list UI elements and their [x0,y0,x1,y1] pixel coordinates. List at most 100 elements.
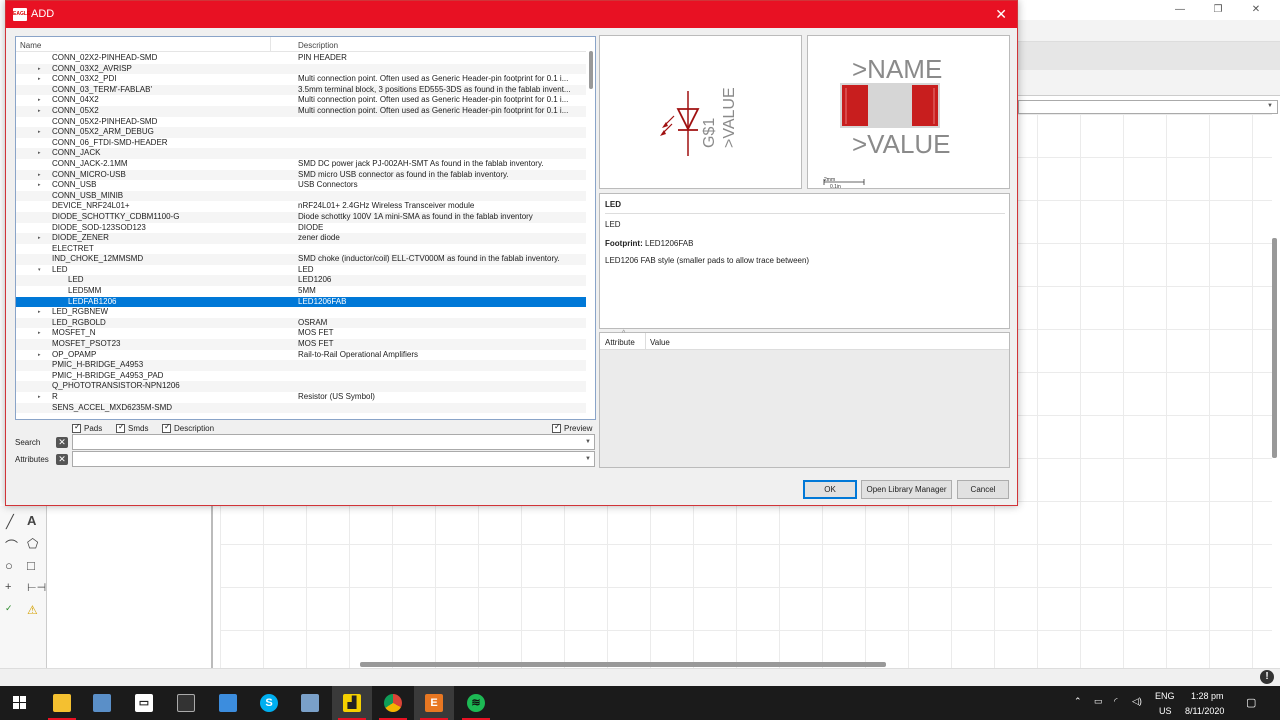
column-header-description[interactable]: Description [298,41,338,50]
tree-row[interactable]: LED5MM 5MM [16,286,586,297]
dialog-close-icon[interactable]: ✕ [995,6,1007,23]
taskbar-spotify[interactable]: ≋ [456,686,496,720]
expand-arrow-icon[interactable]: ▸ [38,392,41,403]
close-icon[interactable]: ✕ [1246,2,1266,18]
region-indicator[interactable]: US [1159,706,1172,716]
expand-arrow-icon[interactable]: ▸ [38,95,41,106]
pads-checkbox[interactable]: Pads [72,422,102,434]
tree-row[interactable]: PMIC_H-BRIDGE_A4953 [16,360,586,371]
tree-row[interactable]: LED LED1206 [16,275,586,287]
tree-row[interactable]: ▸ CONN_03X2_AVRISP [16,63,586,75]
taskbar-notes[interactable] [82,686,122,720]
column-header-name[interactable]: Name [20,41,41,50]
notification-icon[interactable]: ! [1260,670,1274,684]
action-center-icon[interactable]: ▢ [1246,696,1256,709]
description-checkbox[interactable]: Description [162,422,214,434]
chevron-up-icon[interactable]: ⌃ [1074,696,1082,707]
expand-arrow-icon[interactable]: ▸ [38,106,41,117]
tree-row[interactable]: ▸ OP_OPAMP Rail-to-Rail Operational Amplif… [16,350,586,361]
expand-arrow-icon[interactable]: ▸ [38,148,41,159]
tree-row[interactable]: ▸ CONN_03X2_PDI Multi connection point. Of… [16,74,586,85]
expand-arrow-icon[interactable]: ▸ [38,127,41,138]
tree-scrollbar[interactable] [589,51,593,89]
tree-row[interactable]: Q_PHOTOTRANSISTOR-NPN1206 [16,381,586,392]
tree-row[interactable]: DIODE_SCHOTTKY_CDBM1100-G Diode schottky … [16,211,586,223]
expand-arrow-icon[interactable]: ▸ [38,233,41,244]
polygon-tool-icon[interactable]: ⬠ [27,536,38,552]
tree-row[interactable]: ▸ CONN_JACK [16,148,586,159]
volume-icon[interactable]: ◁) [1132,696,1142,707]
open-library-manager-button[interactable]: Open Library Manager [861,480,952,499]
taskbar-photos[interactable] [290,686,330,720]
command-line-input[interactable]: ▼ [1018,100,1278,114]
horizontal-scrollbar[interactable] [360,662,886,667]
tree-row[interactable]: ▾ LED LED [16,265,586,276]
chevron-down-icon[interactable]: ▼ [585,439,591,445]
taskbar-chrome[interactable] [373,686,413,720]
column-header-attribute[interactable]: Attribute [605,338,635,347]
tree-row[interactable]: CONN_02X2-PINHEAD-SMD PIN HEADER [16,53,586,64]
expand-arrow-icon[interactable]: ▸ [38,307,41,318]
text-tool-icon[interactable]: A [27,513,36,528]
tree-row[interactable]: LED_RGBOLD OSRAM [16,317,586,329]
tree-row[interactable]: CONN_06_FTDI-SMD-HEADER [16,138,586,149]
taskbar-network[interactable] [208,686,248,720]
taskbar-skype[interactable]: S [249,686,289,720]
tree-row[interactable]: ▸ CONN_04X2 Multi connection point. Often … [16,95,586,106]
taskbar-monitor[interactable]: ▭ [124,686,164,720]
warning-icon[interactable]: ⚠ [27,603,38,617]
expand-arrow-icon[interactable]: ▸ [38,170,41,181]
wifi-icon[interactable]: ◜ [1114,696,1118,707]
tree-row[interactable]: MOSFET_PSOT23 MOS FET [16,339,586,350]
collapse-arrow-icon[interactable]: ▾ [38,265,41,276]
expand-arrow-icon[interactable]: ▸ [38,74,41,85]
arc-tool-icon[interactable]: ⌒ [5,536,18,555]
vertical-scrollbar[interactable] [1272,238,1277,458]
library-tree[interactable]: ^ Name Description CONN_02X2-PINHEAD-SMD… [15,36,596,420]
dimension-tool-icon[interactable]: ⊢⊣ [27,581,46,594]
maximize-icon[interactable]: ❐ [1208,2,1228,18]
expand-arrow-icon[interactable]: ▸ [38,64,41,75]
taskbar-sticky-notes[interactable]: ▟ [332,686,372,720]
attributes-table[interactable]: ^ Attribute Value [599,330,1010,468]
taskbar-window-app[interactable] [166,686,206,720]
tree-row[interactable]: DIODE_SOD-123SOD123 DIODE [16,223,586,234]
tree-row[interactable]: ELECTRET [16,244,586,255]
tree-row[interactable]: CONN_05X2-PINHEAD-SMD [16,117,586,128]
tree-row[interactable]: ▸ CONN_USB USB Connectors [16,180,586,191]
clock-date[interactable]: 8/11/2020 [1185,706,1224,716]
search-input[interactable]: ▼ [72,434,595,450]
tree-row[interactable]: CONN_JACK-2.1MM SMD DC power jack PJ-002A… [16,159,586,170]
tree-row[interactable]: CONN_USB_MINIB [16,190,586,202]
column-divider[interactable] [270,37,271,52]
rectangle-tool-icon[interactable]: □ [27,558,35,573]
tree-row[interactable]: LEDFAB1206 LED1206FAB [16,296,586,308]
taskbar-file-explorer[interactable] [42,686,82,720]
expand-arrow-icon[interactable]: ▸ [38,328,41,339]
mark-tool-icon[interactable]: + [5,581,11,593]
tree-row[interactable]: CONN_03_TERM'-FABLAB' 3.5mm terminal bloc… [16,84,586,96]
attributes-input[interactable]: ▼ [72,451,595,467]
taskbar-eagle[interactable]: E [414,686,454,720]
smds-checkbox[interactable]: Smds [116,422,148,434]
circle-tool-icon[interactable]: ○ [5,558,13,573]
clock-time[interactable]: 1:28 pm [1191,691,1224,701]
clear-attributes-icon[interactable]: ✕ [56,454,68,465]
erc-check-icon[interactable]: ✓ [5,603,13,614]
tree-row[interactable]: IND_CHOKE_12MMSMD SMD choke (inductor/coi… [16,254,586,265]
expand-arrow-icon[interactable]: ▸ [38,180,41,191]
tree-row[interactable]: ▸ CONN_MICRO-USB SMD micro USB connector a… [16,169,586,181]
ok-button[interactable]: OK [803,480,857,499]
language-indicator[interactable]: ENG [1155,691,1175,701]
tree-row[interactable]: DEVICE_NRF24L01+ nRF24L01+ 2.4GHz Wireles… [16,201,586,212]
start-button[interactable] [0,686,40,720]
line-tool-icon[interactable]: ╱ [6,514,14,530]
column-header-value[interactable]: Value [650,338,670,347]
expand-arrow-icon[interactable]: ▸ [38,350,41,361]
clear-search-icon[interactable]: ✕ [56,437,68,448]
cancel-button[interactable]: Cancel [957,480,1009,499]
column-divider[interactable] [645,333,646,350]
tree-row[interactable]: ▸ MOSFET_N MOS FET [16,328,586,339]
battery-icon[interactable]: ▭ [1094,696,1103,707]
tree-row[interactable]: ▸ CONN_05X2_ARM_DEBUG [16,127,586,138]
